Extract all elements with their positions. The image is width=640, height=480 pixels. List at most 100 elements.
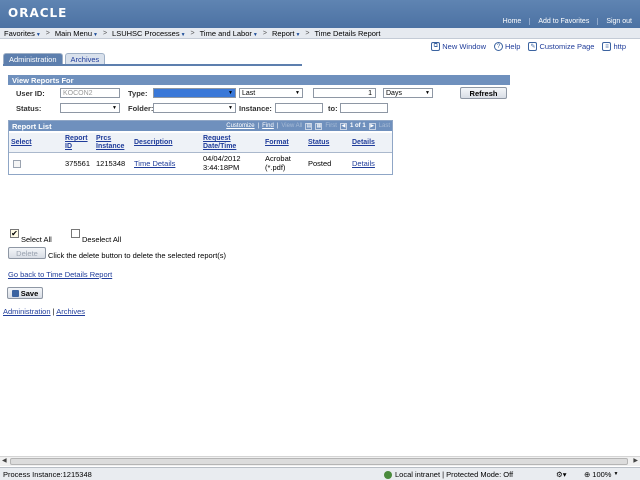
delete-hint: Click the delete button to delete the se… [48, 251, 227, 260]
column-description[interactable]: Description [134, 139, 173, 147]
row-request-datetime: 04/04/2012 3:44:18PM [203, 154, 241, 172]
row-report-id: 375561 [65, 159, 91, 168]
status-zone[interactable]: Local intranet | Protected Mode: Off [384, 470, 513, 479]
column-report-id[interactable]: Report ID [65, 135, 88, 150]
horizontal-scrollbar[interactable]: ◀ ▶ [0, 456, 640, 466]
type-select[interactable]: ▼ [153, 88, 236, 98]
tab-archives[interactable]: Archives [64, 53, 106, 64]
pencil-icon: ✎ [528, 42, 538, 51]
row-details-link[interactable]: Details [352, 159, 375, 168]
grid-column-headers: Select Report ID Prcs Instance Description… [9, 133, 392, 153]
status-select[interactable]: ▼ [60, 103, 120, 113]
refresh-button[interactable]: Refresh [460, 87, 507, 99]
table-row: 375561 1215348 Time Details 04/04/2012 3:… [9, 154, 392, 175]
globe-icon [384, 470, 392, 479]
protected-mode-icon[interactable]: ⚙▾ [556, 470, 567, 479]
chevron-down-icon: ▼ [425, 90, 430, 96]
select-all-label[interactable]: Select All [21, 235, 52, 244]
folder-select[interactable]: ▼ [153, 103, 236, 113]
page-toolbar: ⧉ New Window ? Help ✎ Customize Page ≡ http [431, 42, 626, 51]
download-icon[interactable]: ▤ [305, 122, 313, 130]
browser-status-bar: Process Instance:1215348 Local intranet … [0, 467, 640, 480]
select-all-checkbox[interactable]: ✔ [10, 229, 19, 238]
report-list-header: Report List Customize | Find | View All … [9, 121, 392, 131]
new-window-link[interactable]: ⧉ New Window [431, 42, 486, 51]
deselect-all-checkbox[interactable] [71, 229, 80, 238]
last-link[interactable]: Last [379, 123, 390, 129]
column-prcs-instance[interactable]: Prcs Instance [96, 135, 124, 150]
status-process-instance: Process Instance:1215348 [3, 470, 92, 479]
type-label: Type: [128, 89, 148, 98]
next-icon[interactable]: ▶ [368, 122, 376, 130]
go-back-link[interactable]: Go back to Time Details Report [8, 270, 112, 279]
user-id-field[interactable]: KOCON2 [60, 88, 120, 98]
view-reports-header: View Reports For [8, 75, 510, 85]
user-id-label: User ID: [16, 89, 45, 98]
chevron-down-icon: ▼ [112, 105, 117, 111]
menu-time-details-report[interactable]: Time Details Report [315, 29, 381, 38]
save-icon [11, 289, 19, 297]
footer-links: Administration | Archives [3, 307, 85, 316]
row-description-link[interactable]: Time Details [134, 159, 175, 168]
http-link[interactable]: ≡ http [602, 42, 626, 51]
link-icon: ≡ [602, 42, 612, 51]
find-link[interactable]: Find [262, 123, 274, 129]
nav-separator: | [257, 123, 260, 129]
last-select[interactable]: Last ▼ [239, 88, 303, 98]
footer-administration-link[interactable]: Administration [3, 307, 51, 316]
report-list-grid: Report List Customize | Find | View All … [8, 120, 393, 175]
instance-from-field[interactable] [275, 103, 323, 113]
scroll-right-icon[interactable]: ▶ [633, 457, 638, 466]
home-link[interactable]: Home [495, 18, 530, 25]
scroll-left-icon[interactable]: ◀ [2, 457, 7, 466]
first-link[interactable]: First [325, 123, 337, 129]
pager-text: 1 of 1 [349, 123, 366, 129]
spreadsheet-icon[interactable]: ▦ [315, 122, 323, 130]
menu-lsuhsc-processes[interactable]: LSUHSC Processes▼ [112, 29, 185, 38]
status-label: Status: [16, 104, 42, 113]
scrollbar-thumb[interactable] [10, 458, 628, 465]
customize-page-link[interactable]: ✎ Customize Page [528, 42, 594, 51]
breadcrumb-separator: > [102, 29, 108, 37]
column-select[interactable]: Select [11, 139, 32, 147]
footer-separator: | [52, 307, 55, 316]
view-all-link[interactable]: View All [281, 123, 302, 129]
grid-navigation: Customize | Find | View All ▤ ▦ First ◀ … [226, 121, 390, 131]
footer-archives-link[interactable]: Archives [56, 307, 85, 316]
column-details[interactable]: Details [352, 139, 375, 147]
row-status: Posted [308, 159, 332, 168]
tab-administration[interactable]: Administration [3, 53, 63, 64]
help-link[interactable]: ? Help [494, 42, 520, 51]
report-list-title: Report List [12, 121, 52, 131]
menu-favorites[interactable]: Favorites▼ [4, 29, 41, 38]
save-button[interactable]: Save [7, 287, 43, 299]
menu-time-and-labor[interactable]: Time and Labor▼ [200, 29, 258, 38]
chevron-down-icon: ▼ [613, 471, 619, 477]
column-format[interactable]: Format [265, 139, 289, 147]
sign-out-link[interactable]: Sign out [597, 18, 640, 25]
chevron-down-icon: ▼ [228, 105, 233, 111]
chevron-down-icon: ▼ [228, 90, 233, 96]
deselect-all-label[interactable]: Deselect All [82, 235, 121, 244]
column-request-datetime[interactable]: Request Date/Time [203, 135, 236, 150]
column-status[interactable]: Status [308, 139, 329, 147]
customize-link[interactable]: Customize [226, 123, 254, 129]
zoom-control[interactable]: ⊕ 100% ▼ [584, 470, 618, 479]
delete-button[interactable]: Delete [8, 247, 46, 259]
help-icon: ? [494, 42, 504, 51]
period-select[interactable]: Days ▼ [383, 88, 433, 98]
breadcrumb-separator: > [45, 29, 50, 37]
count-field[interactable]: 1 [313, 88, 376, 98]
folder-label: Folder: [128, 104, 154, 113]
row-format: Acrobat (*.pdf) [265, 154, 291, 172]
add-to-favorites-link[interactable]: Add to Favorites [529, 18, 597, 25]
breadcrumb-separator: > [262, 29, 267, 37]
previous-icon[interactable]: ◀ [339, 122, 347, 130]
to-label: to: [328, 104, 338, 113]
oracle-logo: ORACLE [8, 6, 68, 20]
oracle-header: ORACLE Home Add to Favorites Sign out [0, 0, 640, 28]
instance-to-field[interactable] [340, 103, 388, 113]
menu-report[interactable]: Report▼ [272, 29, 300, 38]
row-select-checkbox[interactable] [13, 160, 21, 168]
menu-main-menu[interactable]: Main Menu▼ [55, 29, 98, 38]
